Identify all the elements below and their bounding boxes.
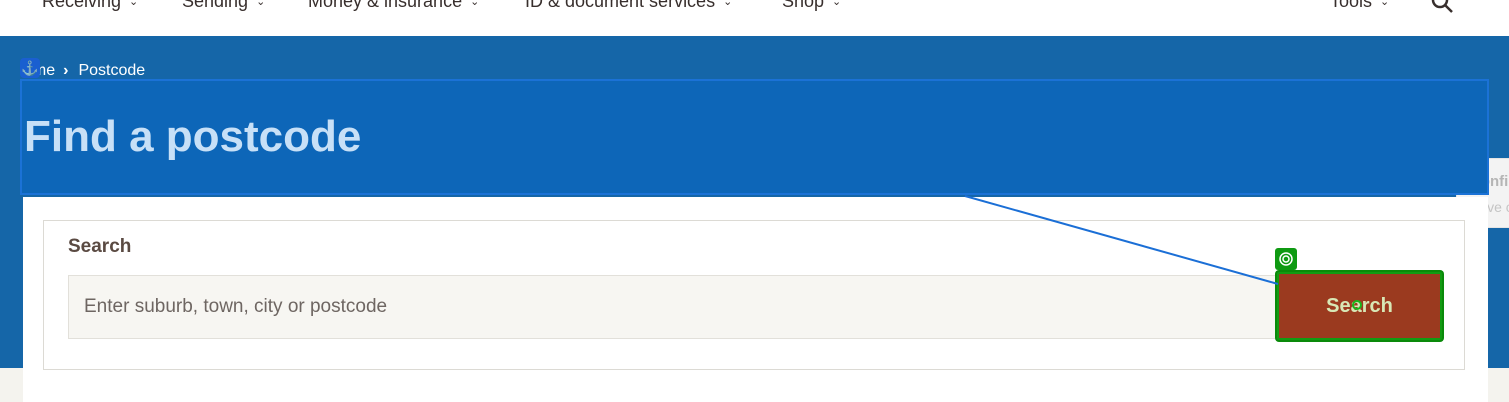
search-icon[interactable] [1430,0,1454,14]
target-icon [1275,248,1297,270]
search-input[interactable] [68,275,1278,339]
chevron-down-icon: ⌄ [1380,0,1390,8]
chevron-right-icon: › [63,62,69,79]
nav-item-label: ID & document services [525,0,716,11]
nav-item-label: Sending [182,0,249,11]
chevron-down-icon: ⌄ [256,0,266,8]
nav-item-id-document-services[interactable]: ID & document services ⌄ [525,0,732,12]
chevron-down-icon: ⌄ [129,0,139,8]
nav-item-label: Tools [1330,0,1373,11]
chevron-down-icon: ⌄ [470,0,480,8]
nav-item-tools[interactable]: Tools ⌄ [1330,0,1389,12]
nav-item-label: Receiving [42,0,122,11]
chevron-down-icon: ⌄ [832,0,842,8]
chevron-down-icon: ⌄ [723,0,733,8]
search-label: Search [68,236,132,257]
nav-item-label: Money & insurance [308,0,463,11]
breadcrumb: ome›Postcode [24,62,145,80]
anchor-icon: ⚓ [20,58,40,78]
nav-item-shop[interactable]: Shop ⌄ [782,0,841,12]
nav-item-money-insurance[interactable]: Money & insurance ⌄ [308,0,479,12]
nav-item-label: Shop [782,0,825,11]
cursor-marker [1352,300,1362,310]
top-navigation: Receiving ⌄ Sending ⌄ Money & insurance ⌄ I… [0,0,1509,36]
nav-item-sending[interactable]: Sending ⌄ [182,0,265,12]
nav-item-receiving[interactable]: Receiving ⌄ [42,0,138,12]
page-title: Find a postcode [24,112,362,161]
breadcrumb-current: Postcode [78,62,146,79]
